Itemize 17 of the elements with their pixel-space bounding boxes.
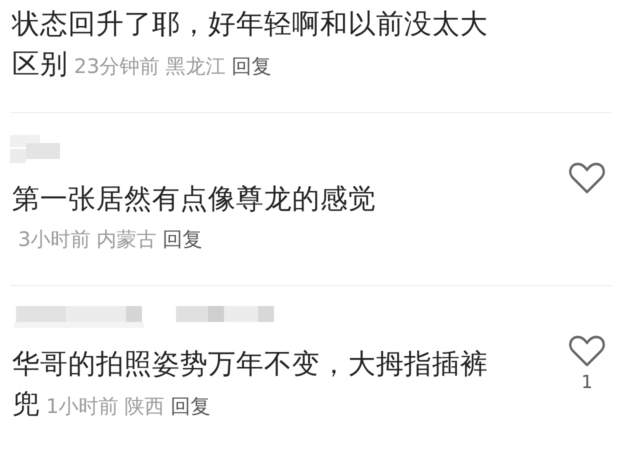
- reply-link[interactable]: 回复: [231, 54, 272, 78]
- reply-link[interactable]: 回复: [170, 394, 211, 418]
- comment-location: 黑龙江: [165, 54, 226, 78]
- comment-location: 陕西: [124, 394, 165, 418]
- comment-time: 23分钟前: [74, 54, 160, 78]
- like-button[interactable]: [568, 334, 606, 368]
- like-count: 1: [581, 372, 593, 393]
- comment-text: 区别: [12, 47, 68, 82]
- comment-location: 内蒙古: [96, 227, 157, 251]
- comment-text: 第一张居然有点像尊龙的感觉: [12, 182, 376, 217]
- comment-time: 3小时前: [18, 227, 91, 251]
- like-button[interactable]: [568, 161, 606, 195]
- reply-link[interactable]: 回复: [162, 227, 203, 251]
- comment-text: 兜: [12, 387, 40, 422]
- comment-time: 1小时前: [46, 394, 119, 418]
- comment-text: 状态回升了耶，好年轻啊和以前没太大: [12, 7, 488, 42]
- comment-text: 华哥的拍照姿势万年不变，大拇指插裤: [12, 347, 488, 382]
